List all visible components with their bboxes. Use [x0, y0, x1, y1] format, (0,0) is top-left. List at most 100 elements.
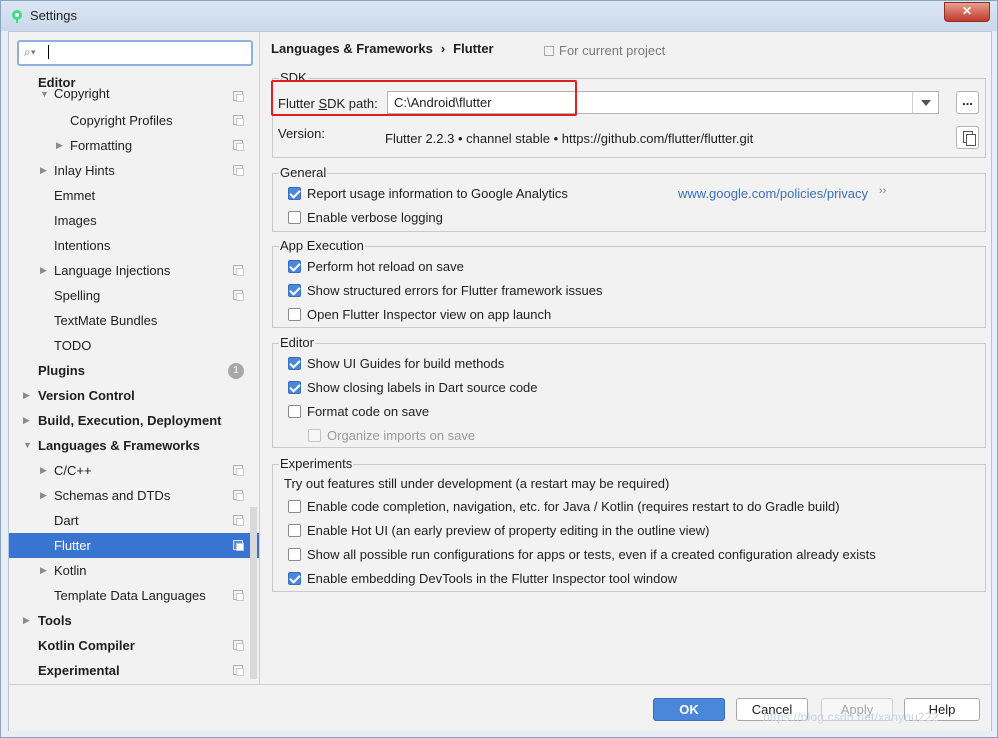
sidebar-item-schemas-dtds[interactable]: ▶ Schemas and DTDs — [9, 483, 259, 508]
sidebar-item-experimental[interactable]: Experimental — [9, 658, 259, 683]
chevron-right-icon: ▶ — [40, 465, 47, 475]
hot-ui-checkbox[interactable] — [288, 524, 301, 537]
version-label: Version: — [278, 126, 325, 141]
annotation-highlight-box — [271, 80, 577, 116]
breadcrumb-separator: › — [440, 41, 446, 56]
sidebar-item-label: Build, Execution, Deployment — [38, 413, 222, 428]
sidebar-item-dart[interactable]: Dart — [9, 508, 259, 533]
devtools-embedding-label: Enable embedding DevTools in the Flutter… — [307, 571, 677, 586]
sidebar-item-template-data-languages[interactable]: Template Data Languages — [9, 583, 259, 608]
window-title: Settings — [30, 8, 77, 23]
format-on-save-label: Format code on save — [307, 404, 430, 419]
sidebar-item-label: Images — [54, 213, 97, 228]
breadcrumb-current: Flutter — [453, 41, 494, 56]
sidebar-item-label: Spelling — [54, 288, 101, 303]
sidebar-item-cpp[interactable]: ▶ C/C++ — [9, 458, 259, 483]
open-inspector-label: Open Flutter Inspector view on app launc… — [307, 307, 552, 322]
verbose-logging-checkbox[interactable] — [288, 211, 301, 224]
project-scope-icon — [233, 265, 244, 276]
sidebar-item-flutter[interactable]: Flutter — [9, 533, 259, 558]
hot-reload-checkbox[interactable] — [288, 260, 301, 273]
sidebar-item-spelling[interactable]: Spelling — [9, 283, 259, 308]
dropdown-arrow-icon[interactable] — [921, 100, 931, 106]
settings-sidebar: ⌕▾ Editor ▼ Copyright Copyright Profiles — [9, 32, 260, 684]
project-scope-icon — [233, 165, 244, 176]
sidebar-item-label: TODO — [54, 338, 92, 353]
privacy-policy-link[interactable]: www.google.com/policies/privacy — [678, 186, 868, 201]
sidebar-item-label: Language Injections — [54, 263, 171, 278]
project-scope-icon — [233, 91, 244, 102]
sidebar-item-version-control[interactable]: ▶ Version Control — [9, 383, 259, 408]
close-button[interactable]: ✕ — [944, 2, 990, 22]
project-scope-icon — [233, 140, 244, 151]
sidebar-item-label: Emmet — [54, 188, 96, 203]
run-configurations-checkbox[interactable] — [288, 548, 301, 561]
run-configurations-label: Show all possible run configurations for… — [307, 547, 876, 562]
sidebar-item-kotlin-compiler[interactable]: Kotlin Compiler — [9, 633, 259, 658]
sidebar-item-label: Copyright Profiles — [70, 113, 173, 128]
combo-divider — [912, 92, 913, 113]
sidebar-item-kotlin[interactable]: ▶ Kotlin — [9, 558, 259, 583]
chevron-right-icon: ▶ — [56, 140, 63, 150]
devtools-embedding-checkbox[interactable] — [288, 572, 301, 585]
sidebar-item-inlay-hints[interactable]: ▶ Inlay Hints — [9, 158, 259, 183]
browse-button[interactable]: ... — [956, 91, 979, 114]
project-scope-icon — [233, 115, 244, 126]
sidebar-item-language-injections[interactable]: ▶ Language Injections — [9, 258, 259, 283]
copy-version-button[interactable] — [956, 126, 979, 149]
structured-errors-checkbox[interactable] — [288, 284, 301, 297]
project-scope-icon — [233, 515, 244, 526]
report-usage-checkbox[interactable] — [288, 187, 301, 200]
sidebar-item-textmate-bundles[interactable]: TextMate Bundles — [9, 308, 259, 333]
project-scope-icon — [233, 290, 244, 301]
sidebar-scrollbar[interactable] — [250, 507, 257, 679]
settings-content: Languages & Frameworks › Flutter For curre… — [260, 32, 991, 684]
sidebar-item-label: Dart — [54, 513, 79, 528]
chevron-right-icon: ▶ — [23, 390, 30, 400]
hot-reload-label: Perform hot reload on save — [307, 259, 464, 274]
sidebar-item-label: Version Control — [38, 388, 135, 403]
sidebar-item-images[interactable]: Images — [9, 208, 259, 233]
breadcrumb: Languages & Frameworks › Flutter — [271, 41, 494, 56]
search-icon: ⌕▾ — [24, 45, 36, 59]
sidebar-item-formatting[interactable]: ▶ Formatting — [9, 133, 259, 158]
chevron-right-icon: ▶ — [23, 415, 30, 425]
breadcrumb-parent[interactable]: Languages & Frameworks — [271, 41, 433, 56]
verbose-logging-label: Enable verbose logging — [307, 210, 443, 225]
format-on-save-checkbox[interactable] — [288, 405, 301, 418]
sidebar-item-build-execution-deployment[interactable]: ▶ Build, Execution, Deployment — [9, 408, 259, 433]
scope-label: For current project — [559, 43, 666, 58]
sidebar-item-languages-frameworks[interactable]: ▼ Languages & Frameworks — [9, 433, 259, 458]
sidebar-item-intentions[interactable]: Intentions — [9, 233, 259, 258]
sidebar-item-label: Tools — [38, 613, 72, 628]
closing-labels-checkbox[interactable] — [288, 381, 301, 394]
project-scope-icon — [233, 590, 244, 601]
ok-button[interactable]: OK — [653, 698, 725, 721]
sidebar-item-copyright[interactable]: ▼ Copyright — [9, 84, 259, 104]
sidebar-item-label: Flutter — [54, 538, 91, 553]
open-inspector-checkbox[interactable] — [288, 308, 301, 321]
watermark: https://blog.csdn.net/xanyou222 — [763, 710, 939, 724]
group-title: App Execution — [279, 238, 365, 253]
sidebar-item-label: Languages & Frameworks — [38, 438, 200, 453]
project-scope-icon — [233, 640, 244, 651]
copy-icon-front — [966, 134, 976, 146]
settings-tree: Editor ▼ Copyright Copyright Profiles ▶ … — [9, 70, 259, 684]
java-kotlin-completion-checkbox[interactable] — [288, 500, 301, 513]
hot-ui-label: Enable Hot UI (an early preview of prope… — [307, 523, 710, 538]
project-scope-icon — [233, 465, 244, 476]
search-input[interactable]: ⌕▾ — [17, 40, 253, 66]
sidebar-item-tools[interactable]: ▶ Tools — [9, 608, 259, 633]
sidebar-item-label: Experimental — [38, 663, 120, 678]
ui-guides-checkbox[interactable] — [288, 357, 301, 370]
sidebar-item-label: Kotlin Compiler — [38, 638, 135, 653]
group-title: Editor — [279, 335, 315, 350]
sidebar-item-copyright-profiles[interactable]: Copyright Profiles — [9, 108, 259, 133]
sidebar-item-label: C/C++ — [54, 463, 92, 478]
sidebar-item-todo[interactable]: TODO — [9, 333, 259, 358]
sidebar-item-label: Template Data Languages — [54, 588, 206, 603]
chevron-down-icon: ▼ — [23, 440, 32, 450]
sidebar-item-emmet[interactable]: Emmet — [9, 183, 259, 208]
sidebar-item-plugins[interactable]: Plugins 1 — [9, 358, 259, 383]
project-scope-icon — [544, 46, 554, 56]
